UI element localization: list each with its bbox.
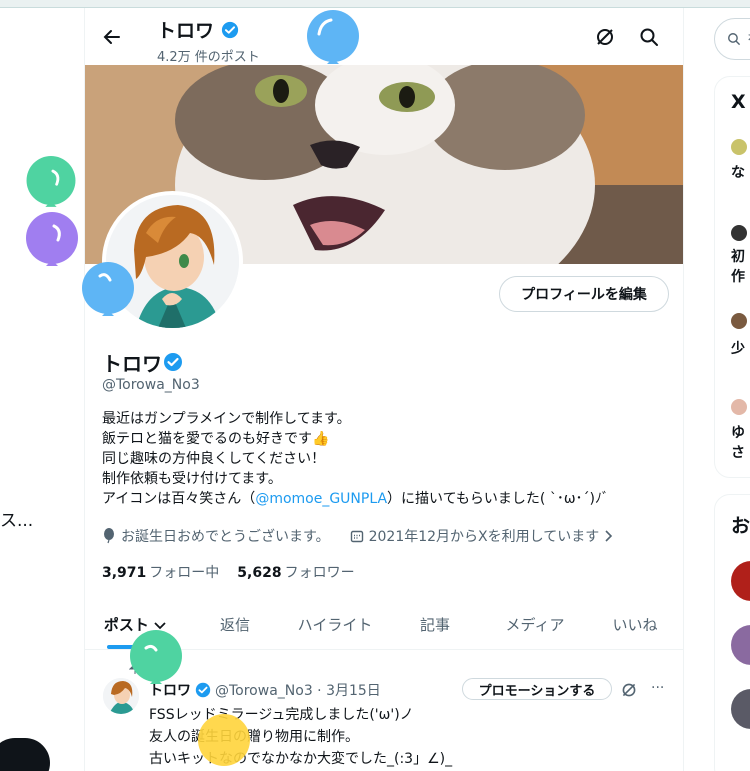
suggested-user-avatar[interactable]	[731, 561, 750, 601]
following-link[interactable]: 3,971 フォロー中	[102, 562, 219, 582]
trends-card-title: X	[731, 91, 746, 113]
tab-media[interactable]: メディア	[485, 600, 585, 649]
tab-likes[interactable]: いいね	[585, 600, 683, 649]
following-count: 3,971	[102, 565, 147, 581]
promote-button[interactable]: プロモーションする	[462, 678, 612, 700]
trend-avatar	[731, 399, 747, 415]
edit-profile-button[interactable]: プロフィールを編集	[499, 276, 669, 312]
following-label: フォロー中	[149, 565, 220, 581]
bio-mention-link[interactable]: @momoe_GUNPLA	[255, 491, 387, 507]
profile-bio: 最近はガンプラメインで制作してます。 飯テロと猫を愛でるのも好きです👍 同じ趣味…	[102, 409, 662, 509]
suggested-user-avatar[interactable]	[731, 689, 750, 729]
verified-badge-icon	[221, 21, 239, 43]
trend-item[interactable]: ゆ さ	[731, 423, 745, 463]
bio-line: 制作依頼も受け付けてます。	[102, 471, 282, 487]
profile-header-bar: トロワ 4.2万 件のポスト	[85, 8, 683, 65]
trend-item[interactable]: 初 作	[731, 247, 745, 287]
left-nav-column: ス...	[0, 8, 84, 771]
post-compose-button[interactable]	[0, 738, 50, 771]
followers-count: 5,628	[237, 565, 282, 581]
browser-top-strip	[0, 0, 750, 8]
birthday-balloon-icon	[82, 262, 134, 316]
header-post-count: 4.2万 件のポスト	[157, 50, 260, 65]
search-input[interactable]: を	[714, 18, 750, 60]
post-actions: ···	[621, 680, 664, 698]
chevron-down-icon	[154, 622, 166, 630]
who-to-follow-title: お	[731, 515, 750, 537]
right-sidebar: を X な 初 作 少 ゆ さ お	[700, 8, 750, 771]
bio-text: ）に描いてもらいました( ˋ･ω･ˊ)ﾉﾞ	[387, 491, 610, 507]
search-icon[interactable]	[639, 27, 659, 47]
trend-item[interactable]: 少	[731, 339, 745, 359]
bio-line: 同じ趣味の方仲良くしてください！	[102, 451, 326, 467]
profile-display-name: トロワ	[102, 352, 162, 376]
birthday-balloon-icon	[198, 714, 250, 766]
back-arrow-icon[interactable]	[101, 26, 123, 48]
birthday-balloon-icon	[26, 212, 78, 266]
joined-text: 2021年12月からXを利用しています	[368, 529, 600, 545]
trend-item[interactable]: な	[731, 163, 745, 183]
bio-line: 最近はガンプラメインで制作してます。	[102, 411, 351, 427]
who-to-follow-card: お	[714, 494, 750, 771]
follow-counts: 3,971 フォロー中 5,628 フォロワー	[102, 562, 355, 582]
tab-replies[interactable]: 返信	[185, 600, 285, 649]
search-icon	[728, 33, 741, 46]
left-nav-truncated-text: ス...	[0, 511, 34, 531]
verified-badge-icon	[195, 682, 211, 698]
birthday-text: お誕生日おめでとうございます。	[121, 529, 330, 545]
tab-highlights[interactable]: ハイライト	[285, 600, 385, 649]
followers-label: フォロワー	[284, 565, 355, 581]
post-handle-date[interactable]: @Torowa_No3 · 3月15日	[215, 680, 381, 700]
trend-avatar	[731, 225, 747, 241]
birthday-balloon-icon	[307, 10, 359, 64]
suggested-user-avatar[interactable]	[731, 625, 750, 665]
bio-line: 飯テロと猫を愛でるのも好きです👍	[102, 431, 330, 447]
followers-link[interactable]: 5,628 フォロワー	[237, 562, 354, 582]
profile-meta: お誕生日おめでとうございます。 2021年12月からXを利用しています	[102, 526, 614, 546]
calendar-icon	[350, 530, 363, 543]
grok-icon	[622, 683, 636, 697]
birthday-balloon-icon	[26, 156, 76, 207]
tab-articles[interactable]: 記事	[385, 600, 485, 649]
trends-card: X な 初 作 少 ゆ さ	[714, 76, 750, 478]
birthday-balloon-icon	[130, 630, 182, 684]
bio-text: アイコンは百々笑さん（	[102, 491, 256, 507]
grok-icon[interactable]	[595, 27, 615, 47]
chevron-right-icon	[605, 530, 613, 542]
verified-badge-icon[interactable]	[163, 352, 183, 376]
balloon-icon	[104, 528, 114, 544]
profile-handle: @Torowa_No3	[102, 377, 200, 393]
birthday-item: お誕生日おめでとうございます。	[102, 526, 330, 546]
trend-avatar	[731, 313, 747, 329]
bio-line: アイコンは百々笑さん（@momoe_GUNPLA）に描いてもらいました( ˋ･ω…	[102, 489, 662, 509]
header-display-name: トロワ	[157, 20, 215, 42]
joined-item[interactable]: 2021年12月からXを利用しています	[350, 526, 615, 546]
trend-avatar	[731, 139, 747, 155]
more-options-icon[interactable]: ···	[651, 680, 664, 698]
